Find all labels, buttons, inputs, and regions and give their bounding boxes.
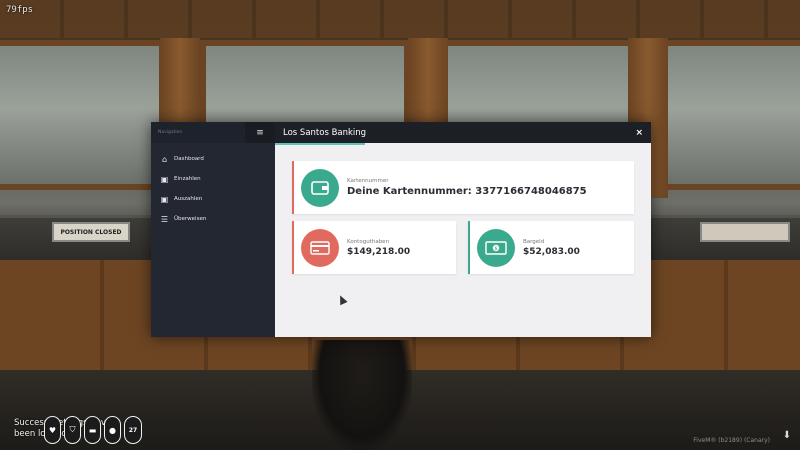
sidebar-item-label: Auszahlen bbox=[174, 196, 203, 202]
sidebar-item-label: Dashboard bbox=[174, 156, 204, 162]
download-icon: ⬇ bbox=[782, 430, 792, 441]
position-closed-sign: POSITION CLOSED bbox=[52, 222, 130, 242]
cash-value: $52,083.00 bbox=[523, 246, 580, 257]
fps-counter: 79fps bbox=[6, 5, 34, 15]
card-text: Bargeld $52,083.00 bbox=[523, 239, 580, 257]
title-bar: Los Santos Banking × bbox=[275, 122, 651, 143]
counter-sign bbox=[700, 222, 790, 242]
cash-label: Bargeld bbox=[523, 238, 545, 245]
sidebar: Navigation ≡ ⌂ Dashboard ▣ Einzahlen ▣ A… bbox=[151, 122, 275, 337]
balance-label: Kontoguthaben bbox=[347, 238, 390, 245]
bank-window bbox=[0, 40, 165, 190]
bank-window bbox=[660, 40, 800, 190]
cash-icon: $ bbox=[477, 228, 515, 267]
balance-card: Kontoguthaben $149,218.00 bbox=[292, 221, 456, 274]
balance-value: $149,218.00 bbox=[347, 246, 411, 257]
transfer-icon: ☰ bbox=[160, 214, 169, 224]
card-text: Kartennummer Deine Kartennummer: 3377166… bbox=[347, 178, 587, 197]
card-text: Kontoguthaben $149,218.00 bbox=[347, 239, 410, 257]
fivem-watermark: FiveM® (b2189) (Canary) bbox=[693, 437, 770, 444]
hamburger-icon[interactable]: ≡ bbox=[245, 122, 275, 143]
heart-icon: ♥ bbox=[44, 416, 61, 444]
ceiling bbox=[0, 0, 800, 38]
sidebar-item-dashboard[interactable]: ⌂ Dashboard bbox=[151, 149, 275, 169]
sidebar-item-label: Überweisen bbox=[174, 216, 207, 222]
sidebar-item-ueberweisen[interactable]: ☰ Überweisen bbox=[151, 209, 275, 229]
banking-modal: Navigation ≡ ⌂ Dashboard ▣ Einzahlen ▣ A… bbox=[151, 122, 651, 337]
drop-icon: ● bbox=[104, 416, 121, 444]
card-number-label: Kartennummer bbox=[347, 178, 389, 184]
sidebar-item-auszahlen[interactable]: ▣ Auszahlen bbox=[151, 189, 275, 209]
status-hud: ♥ ⛉ ▬ ● 27 bbox=[44, 416, 142, 444]
close-icon[interactable]: × bbox=[635, 128, 643, 138]
shield-icon: ⛉ bbox=[64, 416, 81, 444]
sidebar-item-label: Einzahlen bbox=[174, 176, 201, 182]
burger-icon: ▬ bbox=[84, 416, 101, 444]
wallet-icon bbox=[301, 168, 339, 207]
main-panel: Los Santos Banking × Kartennummer Deine … bbox=[275, 122, 651, 337]
sidebar-nav: ⌂ Dashboard ▣ Einzahlen ▣ Auszahlen ☰ Üb… bbox=[151, 149, 275, 229]
page-title: Los Santos Banking bbox=[283, 127, 367, 138]
sidebar-item-einzahlen[interactable]: ▣ Einzahlen bbox=[151, 169, 275, 189]
home-icon: ⌂ bbox=[161, 154, 168, 164]
sidebar-title: Navigation bbox=[158, 130, 183, 135]
sidebar-header: Navigation ≡ bbox=[151, 122, 275, 143]
status-number: 27 bbox=[124, 416, 142, 444]
card-number-value: Deine Kartennummer: 3377166748046875 bbox=[347, 186, 587, 197]
money-out-icon: ▣ bbox=[160, 194, 169, 204]
money-in-icon: ▣ bbox=[160, 174, 169, 184]
credit-card-icon bbox=[301, 228, 339, 267]
cash-card: $ Bargeld $52,083.00 bbox=[468, 221, 634, 274]
player-character bbox=[312, 340, 412, 450]
title-accent-bar bbox=[275, 143, 365, 145]
card-number-card: Kartennummer Deine Kartennummer: 3377166… bbox=[292, 161, 634, 214]
svg-text:$: $ bbox=[494, 246, 497, 252]
